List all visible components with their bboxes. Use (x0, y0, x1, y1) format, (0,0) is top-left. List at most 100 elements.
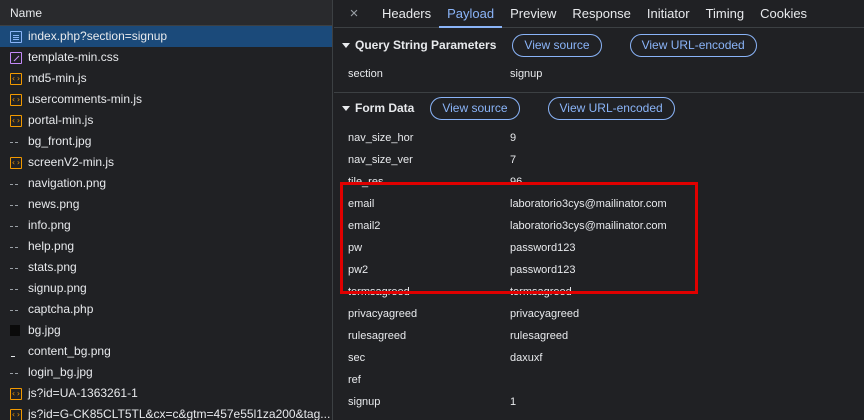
request-row[interactable]: content_bg.png (0, 341, 332, 362)
form-data-title: Form Data (355, 101, 415, 115)
param-row: signup 1 (348, 391, 516, 413)
request-name: info.png (28, 218, 71, 232)
request-row[interactable]: bg.jpg (0, 320, 332, 341)
request-name: template-min.css (28, 50, 119, 64)
param-value: laboratorio3cys@mailinator.com (510, 198, 667, 210)
param-value: password123 (510, 264, 576, 276)
param-key: privacyagreed (348, 308, 418, 320)
request-name: content_bg.png (28, 344, 111, 358)
param-value: signup (510, 68, 543, 80)
request-row[interactable]: info.png (0, 215, 332, 236)
param-row: sec daxuxf (348, 347, 542, 369)
tab-timing[interactable]: Timing (698, 0, 753, 27)
request-name: usercomments-min.js (28, 92, 143, 106)
tab-cookies[interactable]: Cookies (752, 0, 815, 27)
collapse-triangle-icon[interactable] (342, 42, 350, 48)
request-row[interactable]: screenV2-min.js (0, 152, 332, 173)
image-icon (10, 346, 22, 358)
request-name: md5-min.js (28, 71, 87, 85)
request-row[interactable]: stats.png (0, 257, 332, 278)
request-name: help.png (28, 239, 75, 253)
request-row[interactable]: navigation.png (0, 173, 332, 194)
param-row: privacyagreed privacyagreed (348, 303, 579, 325)
script-icon (10, 408, 22, 420)
request-row[interactable]: signup.png (0, 278, 332, 299)
request-row[interactable]: portal-min.js (0, 110, 332, 131)
param-row: ref (348, 369, 510, 391)
tab-initiator[interactable]: Initiator (639, 0, 698, 27)
form-view-source-button[interactable]: View source (430, 96, 520, 120)
request-row[interactable]: usercomments-min.js (0, 89, 332, 110)
param-row: nav_size_hor 9 (348, 127, 516, 149)
request-name: navigation.png (28, 176, 107, 190)
script-icon (10, 387, 22, 400)
param-value: 9 (510, 132, 517, 144)
param-row: rulesagreed rulesagreed (348, 325, 568, 347)
param-value: privacyagreed (510, 308, 580, 320)
image-icon (10, 136, 22, 148)
request-row[interactable]: captcha.php (0, 299, 332, 320)
request-row[interactable]: help.png (0, 236, 332, 257)
param-key: nav_size_ver (348, 154, 413, 166)
request-name: captcha.php (28, 302, 94, 316)
request-details-panel: × Headers Payload Preview Response Initiator… (334, 0, 864, 420)
param-value: rulesagreed (510, 330, 569, 342)
stylesheet-icon (10, 51, 22, 64)
tab-response[interactable]: Response (564, 0, 639, 27)
image-icon (10, 178, 22, 190)
script-icon (10, 72, 22, 85)
request-rows: index.php?section=signup template-min.css… (0, 26, 332, 420)
param-key: nav_size_hor (348, 132, 414, 144)
request-name: bg_front.jpg (28, 134, 92, 148)
param-key: section (348, 68, 383, 80)
query-string-section-header[interactable]: Query String Parameters View source View… (334, 30, 864, 60)
request-row[interactable]: bg_front.jpg (0, 131, 332, 152)
request-row[interactable]: login_bg.jpg (0, 362, 332, 383)
param-row: nav_size_ver 7 (348, 149, 516, 171)
request-row[interactable]: news.png (0, 194, 332, 215)
script-icon (10, 156, 22, 169)
tab-headers[interactable]: Headers (374, 0, 439, 27)
request-row[interactable]: js?id=G-CK85CLT5TL&cx=c&gtm=457e55l1za20… (0, 404, 332, 420)
request-name: js?id=G-CK85CLT5TL&cx=c&gtm=457e55l1za20… (28, 407, 331, 420)
param-key: sec (348, 352, 366, 364)
request-name: login_bg.jpg (28, 365, 93, 379)
image-icon (10, 220, 22, 232)
request-row[interactable]: index.php?section=signup (0, 26, 332, 47)
image-icon (10, 241, 22, 253)
param-key: rulesagreed (348, 330, 407, 342)
request-name: news.png (28, 197, 80, 211)
param-key: email2 (348, 220, 381, 232)
param-row: tile_res 96 (348, 171, 522, 193)
query-view-source-button[interactable]: View source (512, 33, 602, 57)
image-icon (10, 367, 22, 379)
image-icon (10, 324, 22, 337)
param-row: email2 laboratorio3cys@mailinator.com (348, 215, 667, 237)
close-icon[interactable]: × (342, 0, 366, 27)
form-view-url-encoded-button[interactable]: View URL-encoded (547, 96, 675, 120)
tab-payload[interactable]: Payload (439, 0, 503, 28)
tab-preview[interactable]: Preview (502, 0, 564, 27)
image-icon (10, 283, 22, 295)
collapse-triangle-icon[interactable] (342, 105, 350, 111)
param-key: pw (348, 242, 363, 254)
request-name: index.php?section=signup (28, 29, 168, 43)
param-value: 96 (510, 176, 523, 188)
request-row[interactable]: template-min.css (0, 47, 332, 68)
param-value: 1 (510, 396, 517, 408)
form-data-section-header[interactable]: Form Data View source View URL-encoded (334, 93, 864, 123)
param-value: password123 (510, 242, 576, 254)
query-view-url-encoded-button[interactable]: View URL-encoded (629, 33, 757, 57)
request-row[interactable]: md5-min.js (0, 68, 332, 89)
query-string-title: Query String Parameters (355, 38, 497, 52)
param-key: termsagreed (348, 286, 410, 298)
param-value: termsagreed (510, 286, 572, 298)
image-icon (10, 262, 22, 274)
name-column-header[interactable]: Name (0, 0, 332, 26)
request-name: stats.png (28, 260, 77, 274)
details-tabs: × Headers Payload Preview Response Initiator… (334, 0, 864, 28)
param-row: email laboratorio3cys@mailinator.com (348, 193, 667, 215)
request-row[interactable]: js?id=UA-1363261-1 (0, 383, 332, 404)
param-value: laboratorio3cys@mailinator.com (510, 220, 667, 232)
param-key: email (348, 198, 375, 210)
